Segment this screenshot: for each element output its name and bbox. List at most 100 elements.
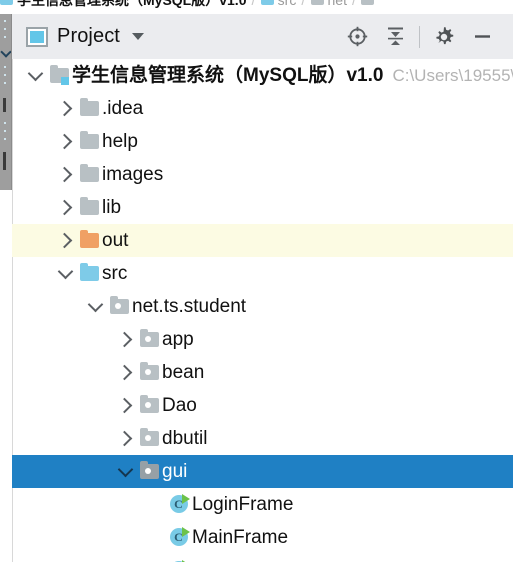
run-badge-icon bbox=[181, 494, 190, 504]
folder-grey-icon bbox=[79, 164, 99, 182]
project-tool-window: 学生信息管理系统（MySQL版）v1.0 / src / net / Project bbox=[0, 0, 513, 562]
package-icon bbox=[139, 362, 159, 380]
tree-row[interactable]: net.ts.student bbox=[12, 290, 513, 323]
tree-node-icon-slot bbox=[136, 323, 162, 356]
pane-title: Project bbox=[57, 25, 120, 47]
breadcrumb-item[interactable]: net bbox=[310, 0, 347, 8]
tree-node-icon-slot: C bbox=[166, 554, 192, 562]
tree-row[interactable]: dbutil bbox=[12, 422, 513, 455]
breadcrumb-item-label: 学生信息管理系统（MySQL版）v1.0 bbox=[17, 0, 247, 8]
settings-button[interactable] bbox=[425, 20, 463, 54]
minus-icon bbox=[474, 35, 490, 38]
tree-node-icon-slot: C bbox=[166, 521, 192, 554]
tree-node-icon-slot bbox=[76, 257, 102, 290]
collapse-all-button[interactable] bbox=[376, 20, 414, 54]
crosshair-target-icon bbox=[347, 26, 367, 47]
breadcrumb-item[interactable]: src bbox=[260, 0, 296, 7]
stripe-tick bbox=[4, 74, 6, 76]
tree-toggle[interactable] bbox=[54, 224, 76, 257]
tree-node-icon-slot bbox=[106, 290, 132, 323]
chevron-right-icon bbox=[56, 133, 72, 150]
tree-node-label: lib bbox=[102, 197, 122, 218]
locate-button[interactable] bbox=[338, 20, 376, 54]
tree-node-label: 学生信息管理系统（MySQL版）v1.0 bbox=[72, 65, 384, 86]
tree-toggle[interactable] bbox=[54, 92, 76, 125]
tree-toggle[interactable] bbox=[114, 356, 136, 389]
tree-node-icon-slot bbox=[76, 92, 102, 125]
tree-node-label: net.ts.student bbox=[132, 296, 247, 317]
tree-row[interactable]: src bbox=[12, 257, 513, 290]
tree-node-label: src bbox=[102, 263, 128, 284]
tree-node-label: .idea bbox=[102, 98, 144, 119]
package-icon bbox=[139, 428, 159, 446]
tree-toggle[interactable] bbox=[54, 125, 76, 158]
tree-no-toggle bbox=[144, 554, 166, 562]
tree-toggle[interactable] bbox=[24, 59, 46, 92]
tree-node-icon-slot bbox=[136, 455, 162, 488]
chevron-down-icon bbox=[117, 461, 133, 478]
breadcrumb-item-label: net bbox=[327, 0, 347, 8]
folder-grey-icon bbox=[361, 0, 375, 5]
chevron-down-icon bbox=[57, 263, 73, 280]
breadcrumb-item[interactable]: 学生信息管理系统（MySQL版）v1.0 bbox=[0, 0, 246, 7]
tree-toggle[interactable] bbox=[54, 257, 76, 290]
tree-no-toggle bbox=[144, 488, 166, 521]
folder-orange-icon bbox=[79, 230, 99, 248]
stripe-label-mark bbox=[3, 98, 6, 112]
tree-node-label: app bbox=[162, 329, 194, 350]
package-icon bbox=[139, 395, 159, 413]
tree-toggle[interactable] bbox=[114, 455, 136, 488]
tree-node-icon-slot bbox=[76, 125, 102, 158]
tree-toggle[interactable] bbox=[54, 158, 76, 191]
tree-node-icon-slot bbox=[136, 356, 162, 389]
tree-row[interactable]: .idea bbox=[12, 92, 513, 125]
tree-toggle[interactable] bbox=[114, 422, 136, 455]
tree-row[interactable]: help bbox=[12, 125, 513, 158]
tree-row[interactable]: gui bbox=[12, 455, 513, 488]
tree-node-icon-slot bbox=[76, 224, 102, 257]
chevron-down-icon bbox=[87, 296, 103, 313]
tree-row[interactable]: C LoginFrame bbox=[12, 488, 513, 521]
tree-toggle[interactable] bbox=[84, 290, 106, 323]
tree-row[interactable]: CRegisterFrame bbox=[12, 554, 513, 562]
tree-row[interactable]: 学生信息管理系统（MySQL版）v1.0 C:\Users\19555\ bbox=[12, 59, 513, 92]
breadcrumb-separator: / bbox=[301, 0, 306, 9]
tree-node-icon-slot bbox=[46, 59, 72, 92]
tree-node-label: out bbox=[102, 230, 129, 251]
package-icon bbox=[109, 296, 129, 314]
tree-node-icon-slot bbox=[76, 158, 102, 191]
tree-row[interactable]: C MainFrame bbox=[12, 521, 513, 554]
stripe-tick bbox=[4, 20, 6, 22]
folder-grey-icon bbox=[310, 0, 324, 5]
folder-blue-icon bbox=[79, 263, 99, 281]
stripe-tick bbox=[4, 138, 6, 140]
tree-row[interactable]: app bbox=[12, 323, 513, 356]
tree-node-label: Dao bbox=[162, 395, 197, 416]
breadcrumb-separator: / bbox=[251, 0, 256, 9]
java-class-runnable-icon: C bbox=[169, 527, 190, 547]
tree-node-label: gui bbox=[162, 461, 188, 482]
tree-node-path: C:\Users\19555\ bbox=[392, 66, 513, 85]
stripe-tick bbox=[4, 28, 6, 30]
tree-toggle[interactable] bbox=[54, 191, 76, 224]
tree-row[interactable]: images bbox=[12, 158, 513, 191]
tree-node-label: dbutil bbox=[162, 428, 208, 449]
gear-icon bbox=[436, 26, 454, 44]
tree-row[interactable]: bean bbox=[12, 356, 513, 389]
tree-row[interactable]: out bbox=[12, 224, 513, 257]
tool-window-stripe[interactable] bbox=[0, 14, 12, 190]
tree-toggle[interactable] bbox=[114, 389, 136, 422]
project-tree[interactable]: 学生信息管理系统（MySQL版）v1.0 C:\Users\19555\ .idea… bbox=[12, 59, 513, 562]
tree-node-icon-slot bbox=[76, 191, 102, 224]
collapse-all-icon bbox=[387, 27, 403, 45]
run-badge-icon bbox=[181, 527, 190, 537]
tree-toggle[interactable] bbox=[114, 323, 136, 356]
breadcrumb-item[interactable] bbox=[361, 0, 378, 5]
chevron-right-icon bbox=[56, 100, 72, 117]
hide-button[interactable] bbox=[463, 20, 501, 54]
stripe-label-mark bbox=[3, 152, 6, 170]
chevron-down-icon[interactable] bbox=[131, 33, 144, 40]
folder-module-icon bbox=[49, 65, 69, 85]
tree-row[interactable]: lib bbox=[12, 191, 513, 224]
tree-row[interactable]: Dao bbox=[12, 389, 513, 422]
